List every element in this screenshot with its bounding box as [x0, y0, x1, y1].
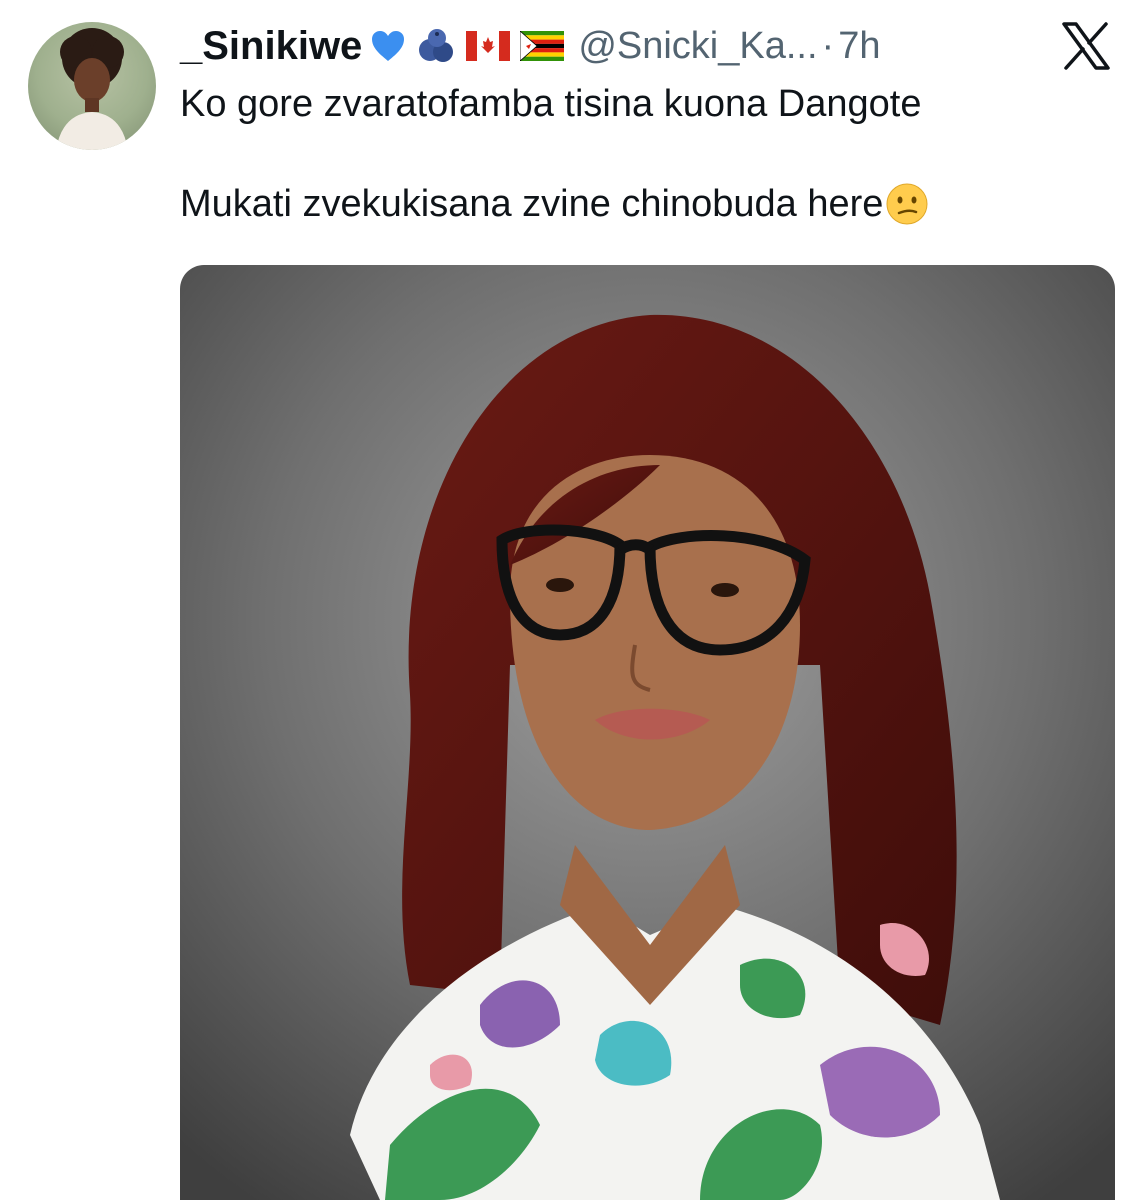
zimbabwe-flag-icon	[520, 31, 565, 61]
display-name[interactable]: _Sinikiwe	[180, 24, 362, 69]
tweet-media-photo[interactable]	[180, 265, 1115, 1200]
x-logo-icon[interactable]	[1060, 20, 1112, 72]
tweet-header: _Sinikiwe @Snicki_Ka... · 7h	[180, 16, 1022, 76]
tweet-text-line-2-row: Mukati zvekukisana zvine chinobuda here	[180, 180, 1100, 228]
confused-face-emoji	[886, 183, 928, 225]
profile-avatar[interactable]	[28, 22, 156, 150]
blueberries-icon	[419, 29, 454, 62]
user-handle[interactable]: @Snicki_Ka...	[578, 25, 817, 68]
name-badges	[370, 26, 574, 66]
separator-dot: ·	[821, 24, 835, 67]
tweet-text-line-1: Ko gore zvaratofamba tisina kuona Dangot…	[180, 83, 922, 125]
canada-flag-icon	[466, 31, 511, 61]
tweet-text: Ko gore zvaratofamba tisina kuona Dangot…	[180, 80, 1100, 228]
blue-heart-icon	[372, 31, 405, 61]
avatar-portrait-image	[56, 28, 128, 150]
portrait-photo	[180, 265, 1115, 1200]
tweet-text-line-2: Mukati zvekukisana zvine chinobuda here	[180, 183, 884, 225]
timestamp[interactable]: 7h	[838, 25, 880, 68]
